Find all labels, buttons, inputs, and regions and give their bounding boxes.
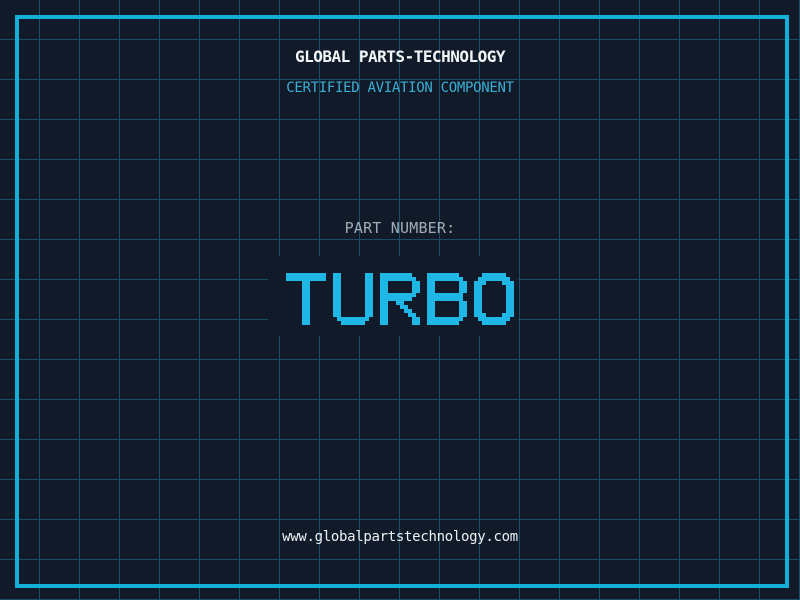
part-number-value (0, 273, 800, 325)
website-text: www.globalpartstechnology.com (282, 529, 518, 545)
certificate-canvas: GLOBAL PARTS-TECHNOLOGY CERTIFIED AVIATI… (0, 0, 800, 600)
certification-tagline: CERTIFIED AVIATION COMPONENT (286, 80, 514, 96)
part-number-label: PART NUMBER: (344, 219, 456, 237)
brand-title: GLOBAL PARTS-TECHNOLOGY (294, 47, 506, 66)
